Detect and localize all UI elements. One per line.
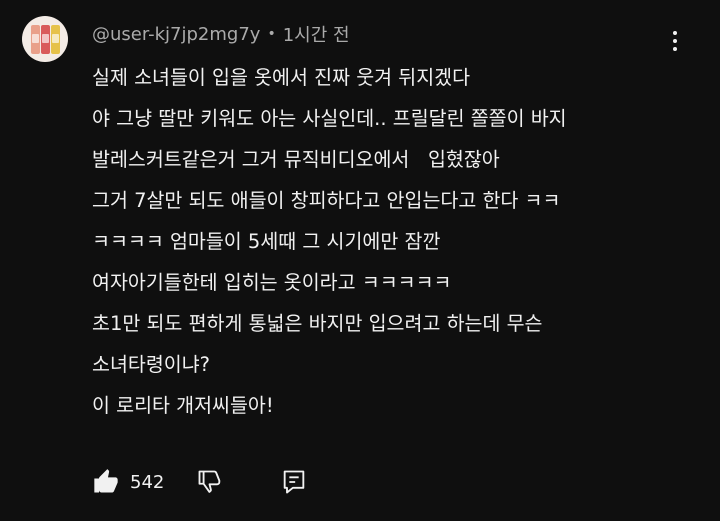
menu-dot xyxy=(673,47,677,51)
comment-header: @user-kj7jp2mg7y • 1시간 전 xyxy=(92,21,350,47)
comment-line: 여자아기들한테 입히는 옷이라고 ㅋㅋㅋㅋㅋ xyxy=(92,271,452,294)
author-name[interactable]: @user-kj7jp2mg7y xyxy=(92,24,260,45)
avatar-can-middle xyxy=(41,25,50,54)
thumbs-up-icon xyxy=(94,469,118,493)
dislike-button[interactable] xyxy=(196,468,224,496)
comment-line: 발레스커트같은거 그거 뮤직비디오에서 입혔잖아 xyxy=(92,148,500,171)
reply-button[interactable] xyxy=(280,468,308,496)
comment-thread: @user-kj7jp2mg7y • 1시간 전 실제 소녀들이 입을 옷에서 … xyxy=(0,0,720,521)
comment-timestamp[interactable]: 1시간 전 xyxy=(283,21,350,47)
menu-dot xyxy=(673,39,677,43)
comment-line: 실제 소녀들이 입을 옷에서 진짜 웃겨 뒤지겠다 xyxy=(92,66,471,89)
comment-line: ㅋㅋㅋㅋ 엄마들이 5세때 그 시기에만 잠깐 xyxy=(92,230,441,253)
menu-dot xyxy=(673,31,677,35)
more-vert-icon[interactable] xyxy=(666,26,684,56)
comment-line: 초1만 되도 편하게 통넓은 바지만 입으려고 하는데 무슨 xyxy=(92,312,543,335)
like-count: 542 xyxy=(130,471,165,493)
comment-line: 소녀타령이냐? xyxy=(92,353,210,376)
separator-dot: • xyxy=(267,26,276,42)
like-button[interactable] xyxy=(92,468,120,496)
avatar-can-right xyxy=(51,25,60,54)
avatar[interactable] xyxy=(22,16,68,62)
comment-line: 야 그냥 딸만 키워도 아는 사실인데.. 프릴달린 쫄쫄이 바지 xyxy=(92,107,567,130)
comment-body: 실제 소녀들이 입을 옷에서 진짜 웃겨 뒤지겠다 야 그냥 딸만 키워도 아는… xyxy=(92,57,692,426)
comment-line: 이 로리타 개저씨들아! xyxy=(92,394,274,417)
comment-actions: 542 xyxy=(92,462,308,502)
avatar-can-left xyxy=(31,25,40,54)
reply-icon xyxy=(284,470,305,494)
thumbs-down-icon xyxy=(198,470,221,493)
comment-line: 그거 7살만 되도 애들이 창피하다고 안입는다고 한다 ㅋㅋ xyxy=(92,189,561,212)
